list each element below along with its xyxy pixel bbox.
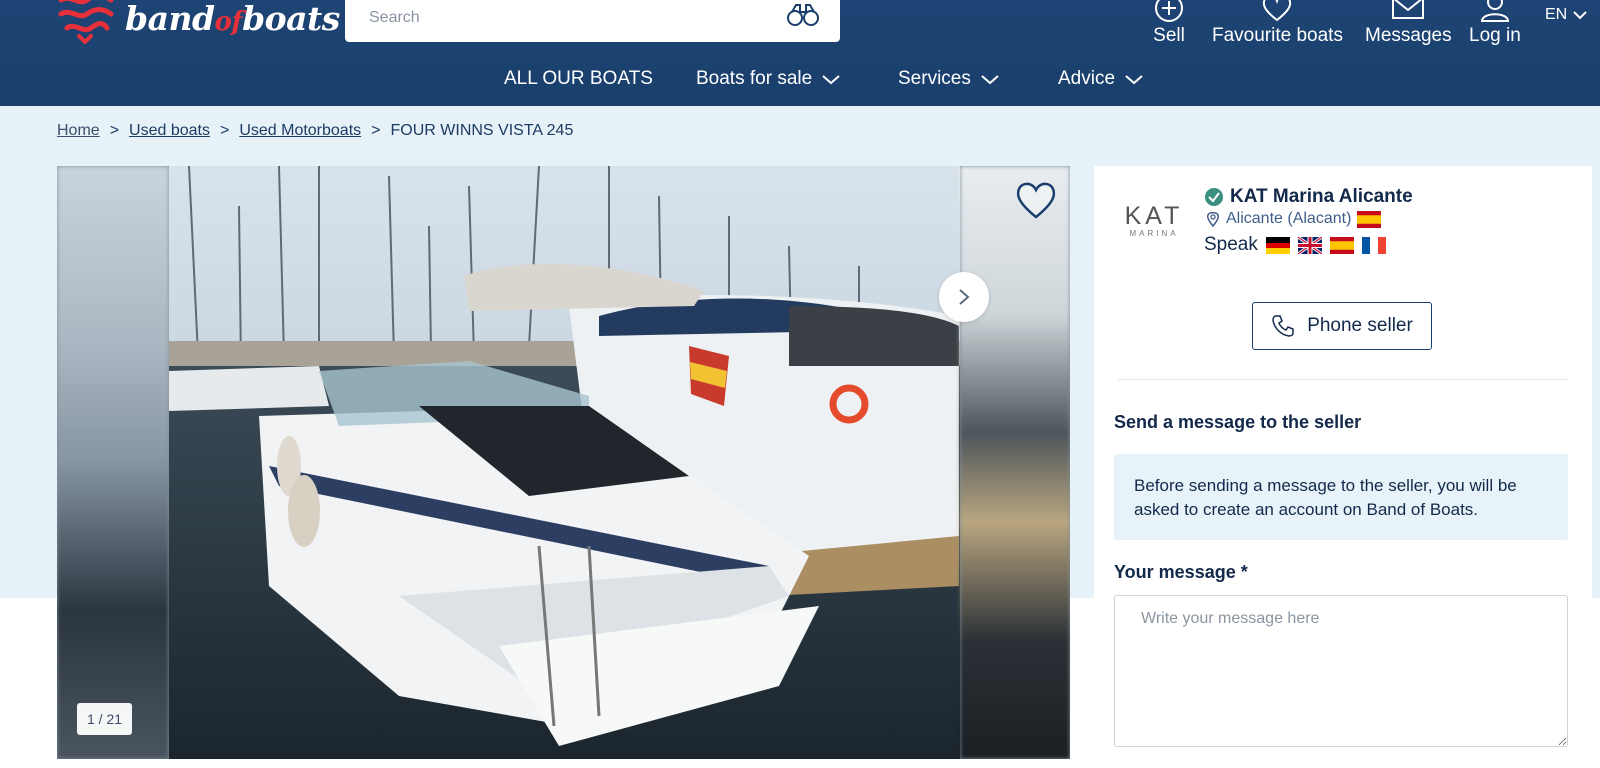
nav-all-boats[interactable]: ALL OUR BOATS xyxy=(504,68,653,90)
envelope-icon xyxy=(1392,0,1425,19)
breadcrumb-home[interactable]: Home xyxy=(57,122,100,140)
france-flag-icon xyxy=(1361,236,1386,254)
language-label: EN xyxy=(1545,6,1568,23)
germany-flag-icon xyxy=(1265,236,1290,254)
nav-boats-for-sale[interactable]: Boats for sale xyxy=(696,68,840,90)
previous-photo-preview[interactable] xyxy=(57,166,169,759)
photo-counter: 1 / 21 xyxy=(77,703,133,735)
breadcrumb-separator: > xyxy=(219,122,230,139)
boat-photo-image xyxy=(169,166,960,759)
nav-services[interactable]: Services xyxy=(898,68,999,90)
login-label: Log in xyxy=(1469,25,1521,46)
sell-label: Sell xyxy=(1153,25,1185,46)
chevron-right-icon xyxy=(959,289,970,305)
message-label: Your message * xyxy=(1114,562,1248,582)
brand-wordmark: bandofboats xyxy=(125,0,340,38)
verified-badge-icon xyxy=(1205,188,1223,206)
seller-card: KAT MARINA KAT Marina Alicante Alicante … xyxy=(1094,166,1592,768)
search-input[interactable] xyxy=(369,6,769,30)
messages-action[interactable]: Messages xyxy=(1365,0,1452,47)
speak-label: Speak xyxy=(1204,234,1258,255)
seller-name[interactable]: KAT Marina Alicante xyxy=(1204,186,1413,208)
breadcrumb-separator: > xyxy=(109,122,120,139)
breadcrumb-current: FOUR WINNS VISTA 245 xyxy=(390,122,574,139)
boat-photo[interactable] xyxy=(169,166,960,759)
spain-flag-icon xyxy=(1357,210,1382,228)
divider xyxy=(1118,379,1568,380)
logo-rope-icon xyxy=(58,0,114,44)
messages-label: Messages xyxy=(1365,25,1452,46)
message-textarea[interactable] xyxy=(1114,595,1568,747)
phone-seller-button[interactable]: Phone seller xyxy=(1252,302,1432,350)
breadcrumb-used-boats[interactable]: Used boats xyxy=(129,122,210,140)
sell-action[interactable]: Sell xyxy=(1152,0,1186,47)
seller-location-text: Alicante (Alacant) xyxy=(1226,210,1352,227)
next-photo-button[interactable] xyxy=(939,272,989,322)
location-pin-icon xyxy=(1206,212,1220,227)
nav-services-label: Services xyxy=(898,68,971,89)
breadcrumb-used-motorboats[interactable]: Used Motorboats xyxy=(239,122,361,140)
seller-name-text: KAT Marina Alicante xyxy=(1230,186,1413,207)
user-icon xyxy=(1480,0,1509,22)
spain-flag-icon xyxy=(1329,236,1354,254)
uk-flag-icon xyxy=(1297,236,1322,254)
breadcrumb: Home > Used boats > Used Motorboats > FO… xyxy=(57,122,573,140)
seller-languages: Speak xyxy=(1204,234,1386,256)
main-nav: ALL OUR BOATS Boats for sale Services Ad… xyxy=(0,68,1600,96)
seller-logo[interactable]: KAT MARINA xyxy=(1122,202,1186,242)
heart-icon xyxy=(1263,0,1292,22)
plus-circle-icon xyxy=(1155,0,1183,22)
phone-seller-label: Phone seller xyxy=(1307,315,1413,336)
seller-logo-main: KAT xyxy=(1124,202,1184,230)
seller-location: Alicante (Alacant) xyxy=(1206,210,1382,228)
chevron-down-icon xyxy=(981,74,999,84)
chevron-down-icon xyxy=(1125,74,1143,84)
chevron-down-icon xyxy=(1573,11,1587,20)
site-header: bandofboats Sell Favourite boats Message… xyxy=(0,0,1600,106)
favourites-label: Favourite boats xyxy=(1212,25,1343,46)
next-photo-preview[interactable] xyxy=(960,166,1070,759)
photo-gallery[interactable]: 1 / 21 xyxy=(57,166,1070,759)
language-selector[interactable]: EN xyxy=(1545,6,1587,24)
search-box xyxy=(345,0,840,42)
chevron-down-icon xyxy=(822,74,840,84)
nav-advice-label: Advice xyxy=(1058,68,1116,89)
binoculars-icon[interactable] xyxy=(786,2,820,28)
nav-boats-for-sale-label: Boats for sale xyxy=(696,68,813,89)
account-info-box: Before sending a message to the seller, … xyxy=(1114,454,1568,540)
favourites-action[interactable]: Favourite boats xyxy=(1212,0,1343,47)
login-action[interactable]: Log in xyxy=(1469,0,1521,47)
phone-icon xyxy=(1272,315,1294,337)
nav-all-boats-label: ALL OUR BOATS xyxy=(504,68,653,89)
breadcrumb-separator: > xyxy=(371,122,381,139)
seller-logo-sub: MARINA xyxy=(1129,229,1179,238)
send-message-title: Send a message to the seller xyxy=(1114,412,1362,432)
nav-advice[interactable]: Advice xyxy=(1058,68,1143,90)
brand-logo[interactable]: bandofboats xyxy=(57,0,340,44)
favourite-heart-icon[interactable] xyxy=(1014,180,1058,220)
